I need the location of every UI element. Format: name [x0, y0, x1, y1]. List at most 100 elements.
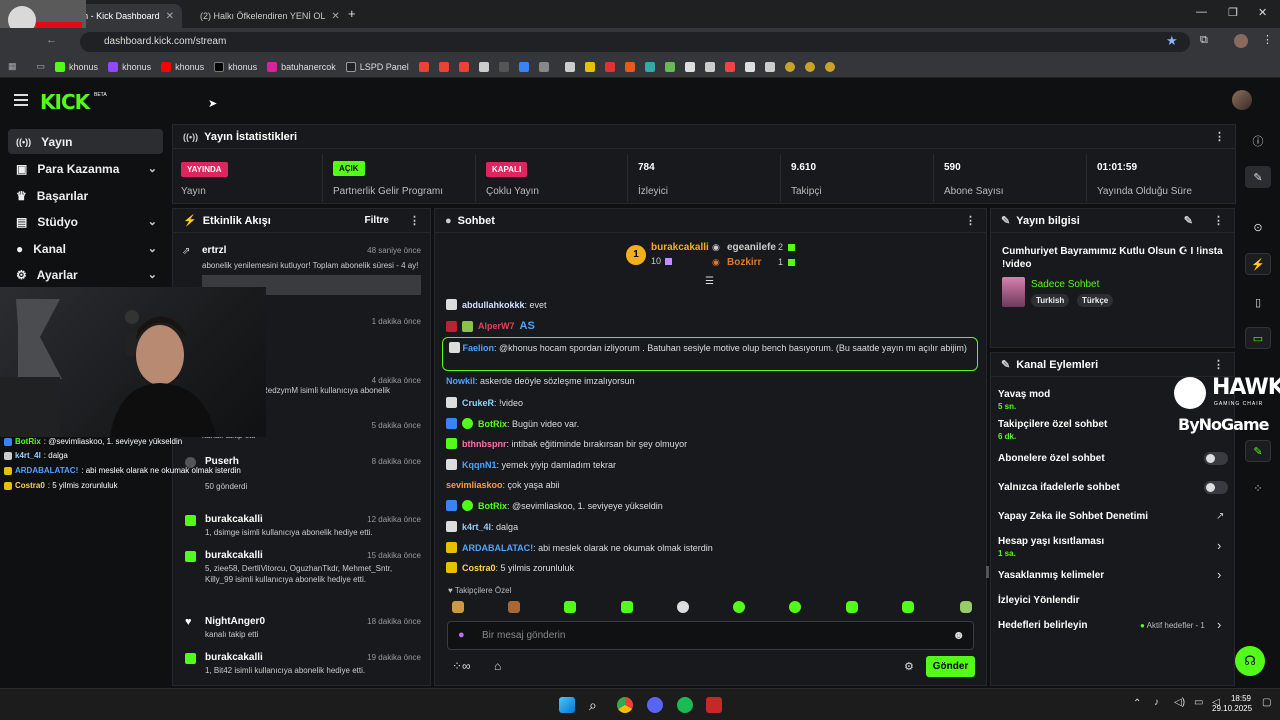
chat-settings-icon[interactable]: ⚙ — [904, 660, 914, 673]
site-favicon-icon[interactable] — [604, 61, 615, 72]
site-favicon-icon[interactable] — [664, 61, 675, 72]
chat-username[interactable]: k4rt_4l — [462, 522, 491, 532]
info-icon[interactable]: ⓘ — [1245, 130, 1271, 152]
kicks-infinity-icon[interactable]: ⁘∞ — [452, 659, 471, 673]
microphone-icon[interactable]: ♪ — [1154, 697, 1159, 708]
site-favicon-icon[interactable] — [824, 61, 835, 72]
close-tab-icon[interactable]: ✕ — [331, 11, 339, 22]
banned-words-setting[interactable]: Yasaklanmış kelimeler — [998, 570, 1104, 581]
emote-icon[interactable] — [621, 601, 633, 613]
send-button[interactable]: Gönder — [926, 656, 975, 677]
chat-username[interactable]: ARDABALATAC! — [462, 543, 533, 553]
emoji-picker-icon[interactable]: ☻ — [952, 628, 965, 642]
notifications-icon[interactable]: ▢ — [1262, 697, 1271, 708]
emote-icon[interactable] — [508, 601, 520, 613]
chevron-right-icon[interactable]: › — [1217, 617, 1221, 632]
windows-start-icon[interactable] — [559, 697, 575, 713]
followers-only-setting[interactable]: Takipçilere özel sohbet 6 dk. — [998, 419, 1107, 441]
tag-chip[interactable]: Türkçe — [1077, 294, 1114, 307]
chat-username[interactable]: KqqnN1 — [462, 460, 497, 470]
site-favicon-icon[interactable] — [518, 61, 529, 72]
bookmark-khonus-twitch[interactable]: khonus — [108, 61, 151, 72]
sidebar-item-studyo[interactable]: ▤ Stüdyo ⌄ — [8, 209, 163, 234]
edit-icon[interactable]: ✎ — [1184, 214, 1193, 227]
emote-icon[interactable] — [733, 601, 745, 613]
chat-username[interactable]: sevimliaskoo — [446, 480, 503, 490]
chat-username[interactable]: AlperW7 — [478, 321, 515, 331]
store-icon[interactable]: ⌂ — [494, 659, 501, 673]
user-avatar[interactable] — [1232, 90, 1252, 110]
minimize-icon[interactable]: — — [1196, 6, 1207, 18]
new-tab-icon[interactable]: + — [348, 6, 356, 21]
site-favicon-icon[interactable] — [744, 61, 755, 72]
chat-username[interactable]: Nowkil — [446, 376, 475, 386]
spotify-icon[interactable] — [677, 697, 693, 713]
pinned-expand-icon[interactable]: ☰ — [705, 276, 714, 287]
chat-username[interactable]: Costra0 — [462, 563, 496, 573]
sidebar-item-ayarlar[interactable]: ⚙ Ayarlar ⌄ — [8, 262, 163, 287]
chat-username[interactable]: Faelion — [463, 343, 495, 353]
tab-youtube[interactable]: (2) Halkı Öfkelendiren YENİ OL ✕ — [186, 4, 342, 28]
bookmark-instagram[interactable]: batuhanercok — [267, 61, 336, 72]
chevron-right-icon[interactable]: › — [1217, 538, 1221, 553]
search-icon[interactable]: ⌕ — [589, 697, 605, 713]
emote-icon[interactable] — [564, 601, 576, 613]
bookmark-lspd[interactable]: LSPD Panel — [345, 61, 409, 72]
site-favicon-icon[interactable] — [498, 61, 509, 72]
site-favicon-icon[interactable] — [564, 61, 575, 72]
wrench-icon[interactable]: ✎ — [1245, 440, 1271, 462]
more-options-icon[interactable]: ⋮ — [1214, 130, 1225, 143]
chat-username[interactable]: CrukeR — [462, 398, 494, 408]
gmail-favicon-icon[interactable] — [438, 61, 449, 72]
edit-icon[interactable]: ✎ — [1245, 166, 1271, 188]
emote-icon[interactable] — [960, 601, 972, 613]
more-options-icon[interactable]: ⋮ — [409, 214, 420, 227]
apps-grid-icon[interactable]: ▦ — [8, 61, 17, 72]
chat-username[interactable]: BotRix — [478, 419, 507, 429]
emote-icon[interactable] — [902, 601, 914, 613]
bookmark-khonus-youtube[interactable]: khonus — [161, 61, 204, 72]
kick-logo[interactable]: KICK — [40, 90, 90, 114]
restore-icon[interactable]: ❐ — [1228, 6, 1238, 19]
ai-moderation-setting[interactable]: Yapay Zeka ile Sohbet Denetimi — [998, 511, 1148, 522]
chat-username[interactable]: BotRix — [478, 501, 507, 511]
folder-icon[interactable]: ▭ — [37, 61, 46, 72]
chrome-icon[interactable] — [617, 697, 633, 713]
more-options-icon[interactable]: ⋮ — [1213, 358, 1224, 371]
slow-mode-setting[interactable]: Yavaş mod 5 sn. — [998, 389, 1050, 411]
bookmark-khonus-x[interactable]: khonus — [214, 61, 257, 72]
filter-button[interactable]: Filtre — [365, 215, 389, 226]
chat-input-box[interactable]: ● Bir mesaj gönderin ☻ — [447, 621, 974, 650]
document-icon[interactable]: ▯ — [1245, 291, 1271, 313]
connections-icon[interactable]: ⁘ — [1245, 477, 1271, 499]
site-favicon-icon[interactable] — [764, 61, 775, 72]
clock[interactable]: 18:59 — [1227, 694, 1251, 704]
chat-username[interactable]: bthnbspnr — [462, 439, 507, 449]
discord-icon[interactable] — [647, 697, 663, 713]
bookmark-star-icon[interactable]: ★ — [1166, 33, 1178, 49]
site-favicon-icon[interactable] — [704, 61, 715, 72]
lightning-icon[interactable]: ⚡ — [1245, 253, 1271, 275]
site-favicon-icon[interactable] — [804, 61, 815, 72]
chat-username[interactable]: abdullahkokkk — [462, 300, 525, 310]
chat-bubble-icon[interactable]: ▭ — [1245, 327, 1271, 349]
speaker-icon[interactable]: ◁) — [1174, 697, 1185, 708]
chevron-right-icon[interactable]: › — [1217, 567, 1221, 582]
emote-icon[interactable] — [846, 601, 858, 613]
emotes-only-toggle[interactable] — [1204, 481, 1228, 494]
emote-icon[interactable] — [452, 601, 464, 613]
app-icon[interactable] — [706, 697, 722, 713]
network-icon[interactable]: ▭ — [1194, 697, 1203, 708]
site-favicon-icon[interactable] — [584, 61, 595, 72]
site-favicon-icon[interactable] — [724, 61, 735, 72]
site-favicon-icon[interactable] — [538, 61, 549, 72]
sidebar-item-basarilar[interactable]: ♛ Başarılar — [8, 183, 163, 208]
goals-setting[interactable]: Hedefleri belirleyin — [998, 620, 1087, 631]
host-setting[interactable]: İzleyici Yönlendir — [998, 595, 1080, 606]
chat-scrollbar[interactable] — [986, 566, 989, 578]
support-chat-button[interactable]: ☊ — [1235, 646, 1265, 676]
back-icon[interactable]: ← — [46, 34, 57, 46]
emote-icon[interactable] — [789, 601, 801, 613]
subscribers-only-toggle[interactable] — [1204, 452, 1228, 465]
external-link-icon[interactable]: ↗ — [1216, 511, 1224, 522]
